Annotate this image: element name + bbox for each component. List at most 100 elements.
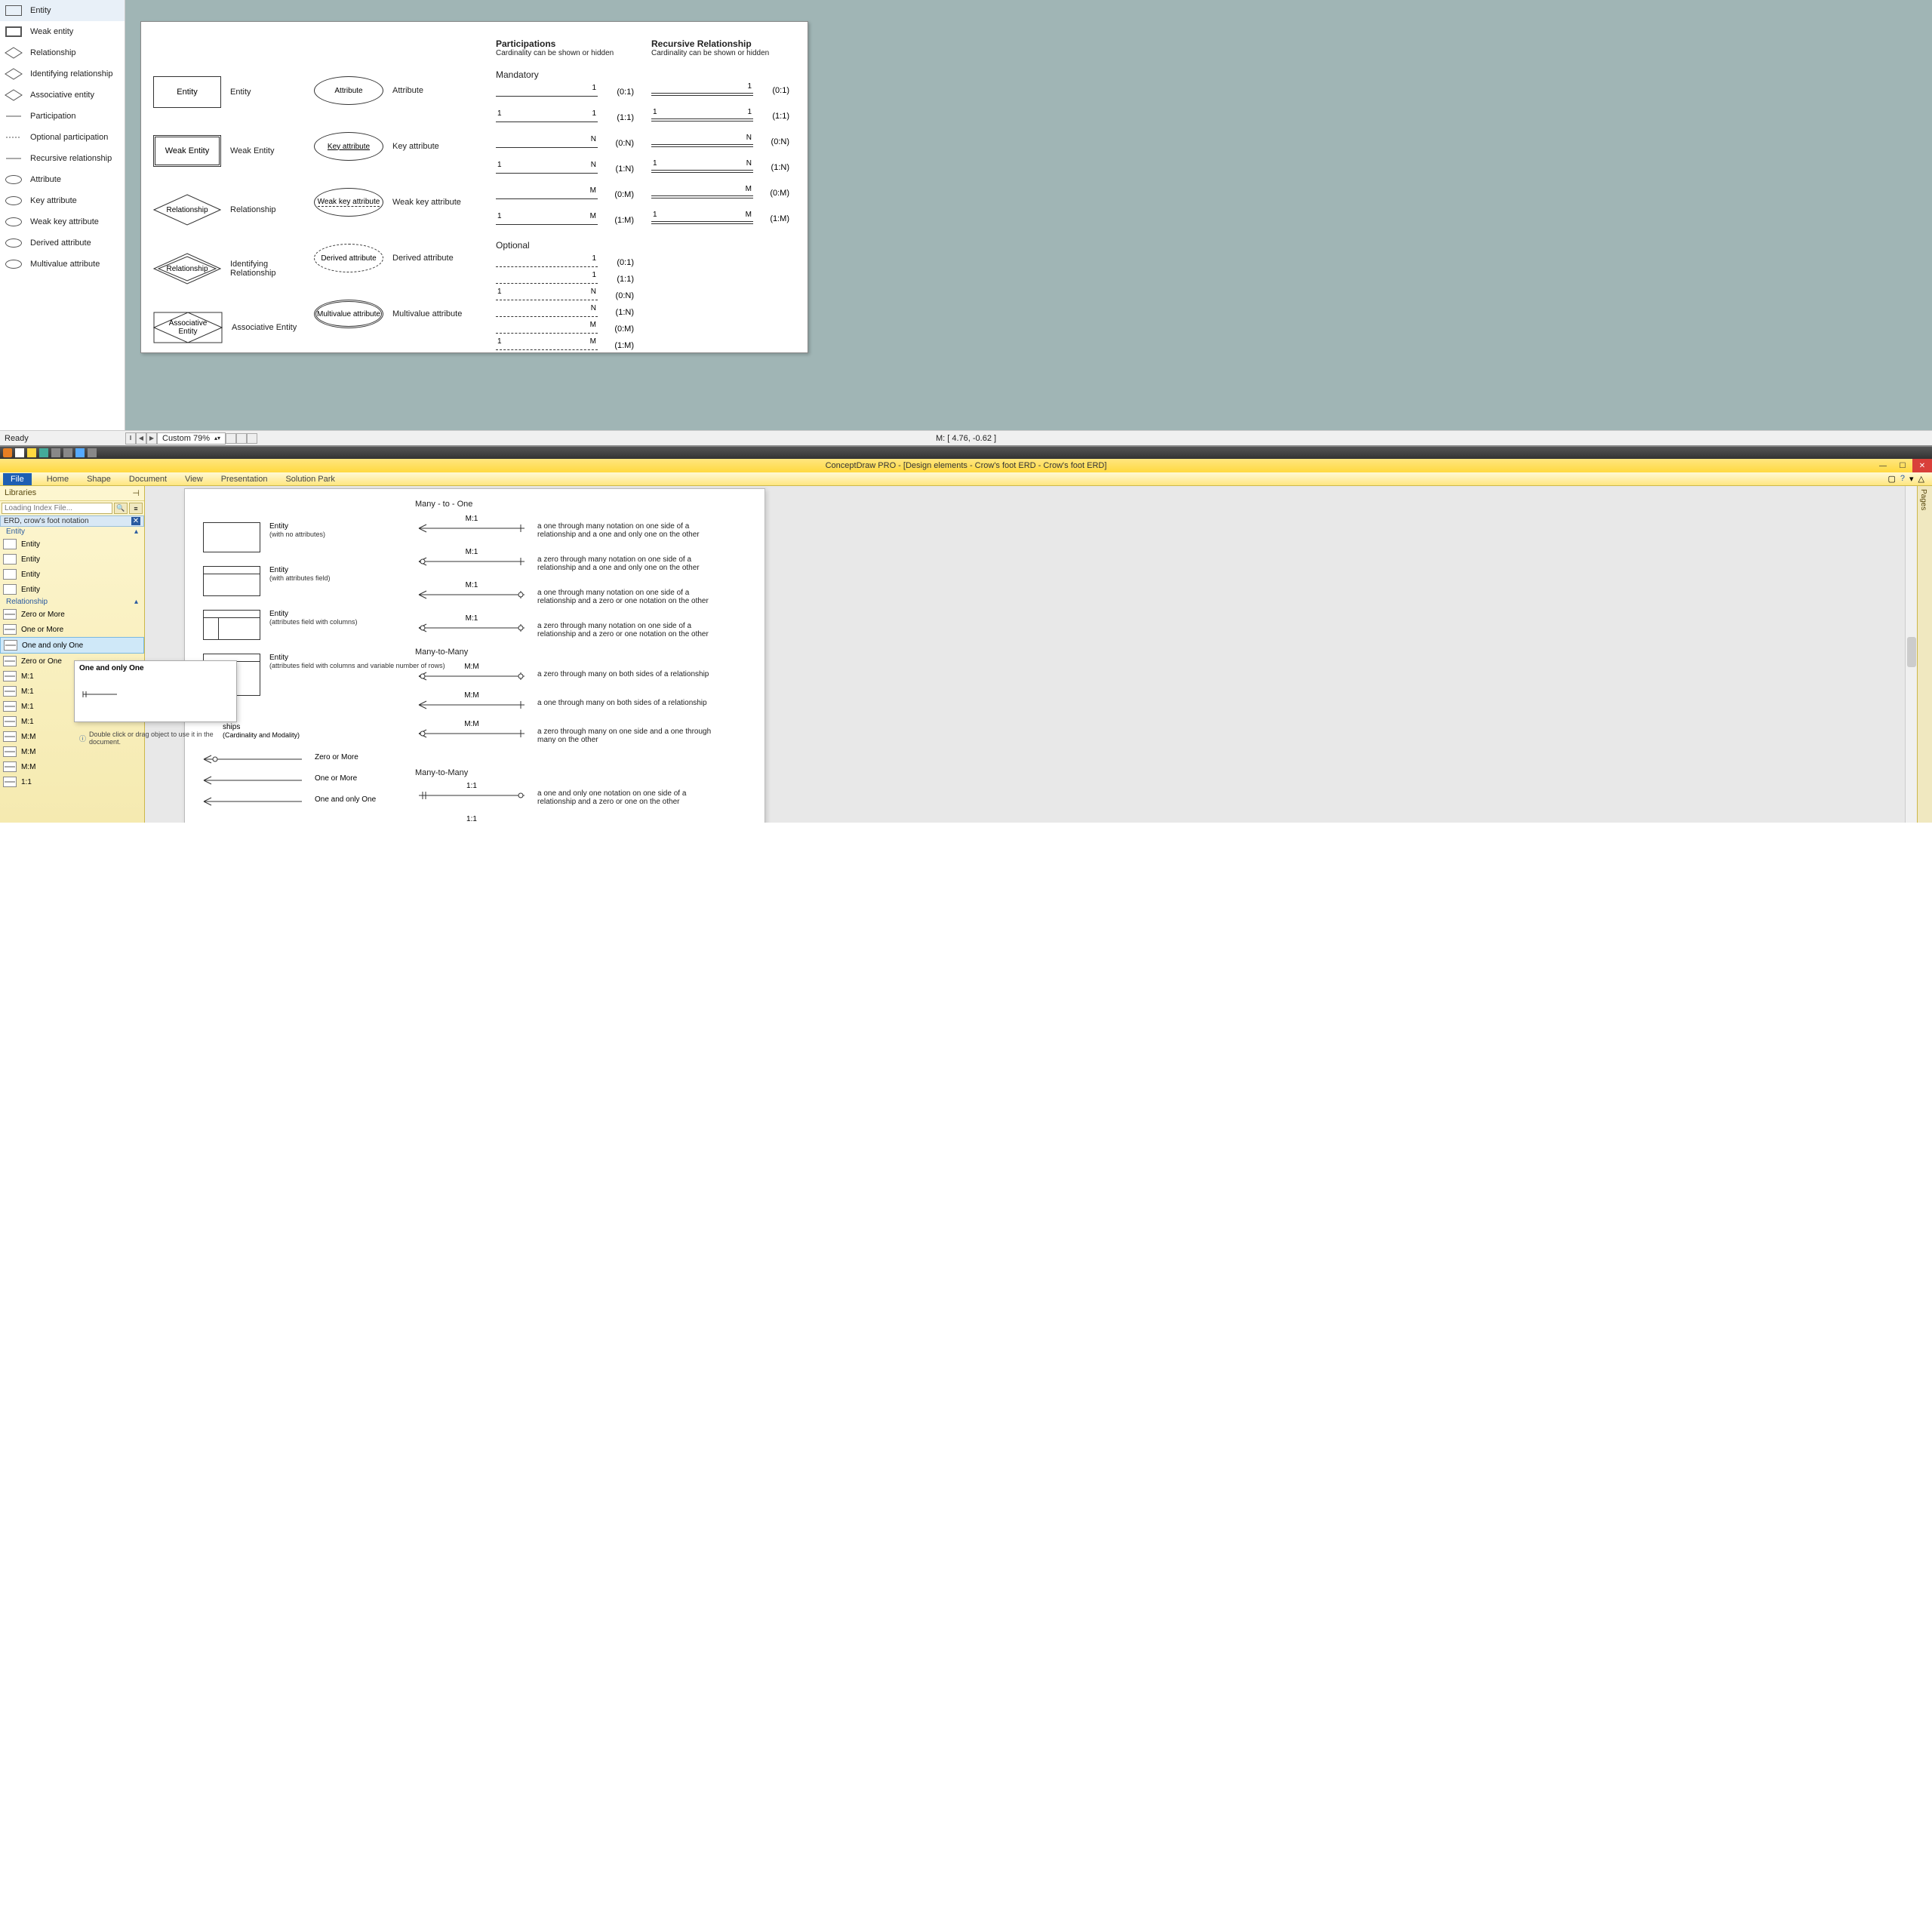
zoom-selector[interactable]: Custom 79%▴▾	[157, 432, 226, 445]
participation-line[interactable]: 1(1:1)	[496, 273, 598, 284]
undo-icon[interactable]	[51, 448, 60, 457]
new-icon[interactable]	[15, 448, 24, 457]
palette-item-line[interactable]: Participation	[0, 106, 125, 127]
participation-line[interactable]: 11(1:1)	[651, 110, 753, 121]
palette-item-diamond[interactable]: Relationship	[0, 42, 125, 63]
qat-more-icon[interactable]	[88, 448, 97, 457]
ribbon-tab-presentation[interactable]: Presentation	[212, 473, 277, 485]
palette-item-ellipse-dash[interactable]: Derived attribute	[0, 232, 125, 254]
lib-relationship-item[interactable]: M:M	[0, 759, 144, 774]
cf-relationship-line[interactable]: M:1	[415, 522, 528, 534]
ribbon-tab-solution-park[interactable]: Solution Park	[276, 473, 343, 485]
open-icon[interactable]	[27, 448, 36, 457]
diagram-shape-assoc[interactable]: AssociativeEntityAssociative Entity	[153, 312, 303, 343]
cf-relationship-line[interactable]: M:1	[415, 622, 528, 634]
palette-item-ellipse-key[interactable]: Key attribute	[0, 190, 125, 211]
cf-relationship-line[interactable]: M:M	[415, 670, 528, 682]
print-icon[interactable]	[75, 448, 85, 457]
cf-one-line[interactable]: 1:1	[415, 789, 528, 801]
redo-icon[interactable]	[63, 448, 72, 457]
diagram-shape-weak[interactable]: Weak EntityWeak Entity	[153, 135, 303, 167]
cf-relationship-line[interactable]: M:M	[415, 699, 528, 711]
cf-simple-line[interactable]	[200, 795, 306, 808]
pages-tab-column[interactable]: Pages	[1917, 486, 1932, 823]
file-tab[interactable]: File	[3, 473, 32, 485]
palette-item-ellipse-dbl[interactable]: Multivalue attribute	[0, 254, 125, 275]
library-close-icon[interactable]: ✕	[131, 517, 140, 525]
participation-line[interactable]: M(0:M)	[651, 187, 753, 198]
participation-line[interactable]: 1(0:1)	[651, 85, 753, 95]
ribbon-tab-document[interactable]: Document	[120, 473, 176, 485]
participation-line[interactable]: N(1:N)	[496, 306, 598, 317]
ribbon-tab-home[interactable]: Home	[38, 473, 78, 485]
participation-line[interactable]: M(0:M)	[496, 189, 598, 199]
cf-entity-row[interactable]: Entity(with attributes field)	[203, 566, 445, 596]
ribbon-tab-view[interactable]: View	[176, 473, 212, 485]
participation-line[interactable]: 1M(1:M)	[496, 340, 598, 350]
scroll-left-button[interactable]: ◀	[136, 432, 146, 445]
participation-line[interactable]: N(0:N)	[651, 136, 753, 146]
library-options-button[interactable]: ≡	[129, 503, 143, 514]
vertical-scrollbar[interactable]	[1905, 486, 1917, 823]
participation-line[interactable]: 1M(1:M)	[651, 213, 753, 223]
lower-canvas-area[interactable]: Many - to - One Entity(with no attribute…	[145, 486, 1932, 823]
lib-entity-item[interactable]: Entity	[0, 537, 144, 552]
scroll-pause-button[interactable]: ‖	[125, 432, 136, 445]
relationship-group-header[interactable]: Relationship▴	[0, 597, 144, 607]
diagram-shape-ellipse[interactable]: AttributeAttribute	[314, 76, 464, 105]
lib-relationship-item[interactable]: Zero or More	[0, 607, 144, 622]
lib-entity-item[interactable]: Entity	[0, 552, 144, 567]
cf-relationship-line[interactable]: M:M	[415, 728, 528, 740]
close-button[interactable]: ✕	[1912, 459, 1932, 472]
participation-line[interactable]: N(0:N)	[496, 137, 598, 148]
lib-relationship-item[interactable]: One and only One	[0, 637, 144, 654]
cf-relationship-line[interactable]: M:1	[415, 589, 528, 601]
save-icon[interactable]	[39, 448, 48, 457]
palette-item-assoc[interactable]: Associative entity	[0, 85, 125, 106]
palette-item-dash-line[interactable]: Optional participation	[0, 127, 125, 148]
cf-simple-line[interactable]	[200, 753, 306, 765]
participation-line[interactable]: 1(0:1)	[496, 86, 598, 97]
cf-entity-row[interactable]: Entity(with no attributes)	[203, 522, 445, 552]
canvas-area[interactable]: EntityEntity Weak EntityWeak Entity Relati…	[125, 0, 1932, 430]
cf-relationship-line[interactable]: M:1	[415, 555, 528, 568]
entity-group-header[interactable]: Entity▴	[0, 527, 144, 537]
lib-relationship-item[interactable]: One or More	[0, 622, 144, 637]
lib-relationship-item[interactable]: M:M	[0, 744, 144, 759]
cf-entity-row[interactable]: Entity(attributes field with columns)	[203, 610, 445, 640]
diagram-shape-ellipse-weakkey[interactable]: Weak key attributeWeak key attribute	[314, 188, 464, 217]
diagram-shape-diamond[interactable]: RelationshipRelationship	[153, 194, 303, 226]
participation-line[interactable]: 1N(1:N)	[496, 163, 598, 174]
help-icon[interactable]: ?	[1900, 474, 1905, 484]
lib-entity-item[interactable]: Entity	[0, 567, 144, 582]
palette-item-ellipse-weak[interactable]: Weak key attribute	[0, 211, 125, 232]
diagram-shape-ellipse-dbl[interactable]: Multivalue attributeMultivalue attribute	[314, 300, 464, 328]
maximize-button[interactable]: ☐	[1893, 459, 1912, 472]
diagram-shape-ellipse-dash[interactable]: Derived attributeDerived attribute	[314, 244, 464, 272]
pin-icon[interactable]: ⊣	[132, 488, 140, 498]
page-button-2[interactable]	[236, 433, 247, 444]
scroll-right-button[interactable]: ▶	[146, 432, 157, 445]
participation-line[interactable]: 1N(0:N)	[496, 290, 598, 300]
ribbon-dropdown-icon[interactable]: ▾	[1909, 474, 1914, 484]
diagram-shape-entity[interactable]: EntityEntity	[153, 76, 303, 108]
palette-item-dbl-line[interactable]: Recursive relationship	[0, 148, 125, 169]
diagram-shape-ellipse-key[interactable]: Key attributeKey attribute	[314, 132, 464, 161]
ribbon-collapse-icon[interactable]: △	[1918, 474, 1924, 484]
participation-line[interactable]: M(0:M)	[496, 323, 598, 334]
minimize-button[interactable]: —	[1873, 459, 1893, 472]
page-button-3[interactable]	[247, 433, 257, 444]
search-input[interactable]	[2, 503, 112, 514]
participation-line[interactable]: 1M(1:M)	[496, 214, 598, 225]
diagram-shape-dbl-diamond[interactable]: RelationshipIdentifying Relationship	[153, 253, 303, 285]
participation-line[interactable]: 1N(1:N)	[651, 162, 753, 172]
palette-item-dbl-diamond[interactable]: Identifying relationship	[0, 63, 125, 85]
library-title[interactable]: ERD, crow's foot notation ✕	[0, 515, 144, 527]
cf-entity-row[interactable]: Entity(attributes field with columns and…	[203, 654, 445, 696]
search-button[interactable]: 🔍	[114, 503, 128, 514]
palette-item-dbl-rect[interactable]: Weak entity	[0, 21, 125, 42]
cf-simple-line[interactable]	[200, 774, 306, 786]
share-icon[interactable]: ▢	[1887, 474, 1895, 484]
palette-item-ellipse[interactable]: Attribute	[0, 169, 125, 190]
page-button-1[interactable]	[226, 433, 236, 444]
